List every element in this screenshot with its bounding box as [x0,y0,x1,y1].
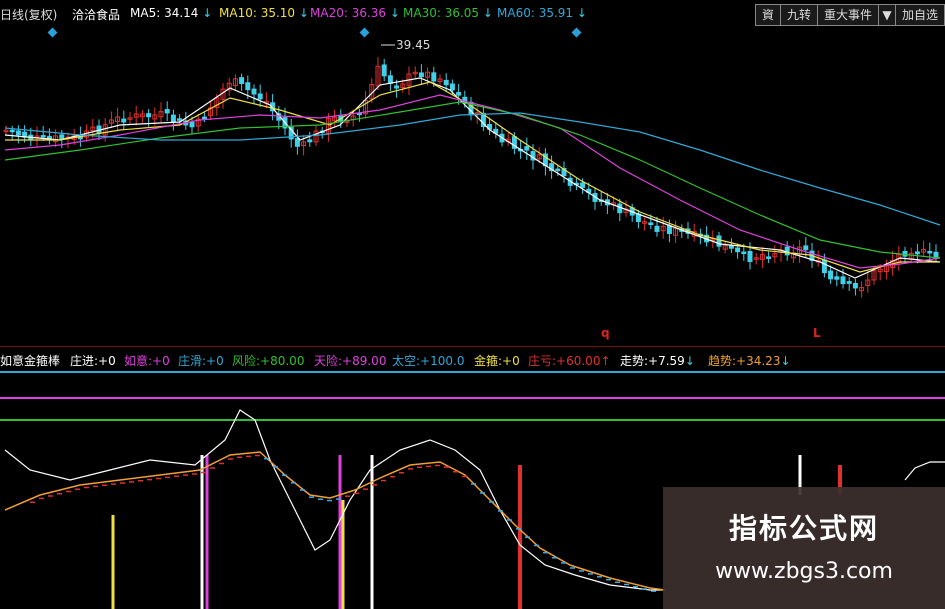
candlestick-chart[interactable]: 39.45 [0,24,945,342]
signal-marker-l: L [813,326,821,340]
candle-body [449,83,455,91]
indicator-item: 庄滑:+0 [178,354,224,368]
candle-body [9,129,15,133]
watermark-url: www.zbgs3.com [715,559,893,584]
candle-body [201,116,207,120]
candle-body [394,85,400,89]
candle-body [927,250,933,254]
candle-body [735,247,741,253]
candle-body [784,246,790,256]
nine-turn-button[interactable]: 九转 [779,4,818,26]
candle-body [914,251,920,255]
candle-body [648,222,654,225]
candle-body [443,79,449,86]
ma10-readout: MA10: 35.10 ↓ [219,6,309,20]
candle-body [555,168,561,172]
candle-body [840,276,846,285]
add-to-watchlist-button[interactable]: 加自选 [894,4,945,26]
momentum-line [4,451,666,591]
candle-body [121,118,127,123]
indicator-item: 走势:+7.59↓ [620,354,695,368]
candle-body [728,245,734,249]
candle-body [239,77,245,84]
ma30-readout: MA30: 36.05 ↓ [403,6,493,20]
candle-body [294,138,300,147]
panel-separator [0,346,945,347]
indicator-item: 趋势:+34.23↓ [708,354,791,368]
candle-body [40,135,46,138]
candle-body [524,146,530,151]
period-label[interactable]: 日线(复权) [0,6,57,23]
ma30-line [4,101,941,259]
candle-body [766,256,772,259]
trend-line-tail [904,461,945,481]
indicator-item: 太空:+100.0 [392,354,465,368]
candle-body [387,75,393,84]
candle-body [666,225,672,235]
indicator-item: 风险:+80.00 [232,354,305,368]
toolbar-buttons: 資 九转 重大事件 ▼ 加自选 [754,4,945,26]
candle-body [654,225,660,232]
ma5-readout: MA5: 34.14 ↓ [130,6,213,20]
candle-body [418,72,424,78]
candle-body [580,182,586,188]
candle-body [846,281,852,284]
candle-body [189,121,195,128]
candle-body [170,114,176,123]
high-price-label: 39.45 [396,38,430,52]
indicator-item: 如意:+0 [124,354,170,368]
candle-body [381,64,387,77]
ma60-readout: MA60: 35.91 ↓ [497,6,587,20]
candle-body [257,93,263,100]
candle-body [164,109,170,114]
watermark-panel: 指标公式网 www.zbgs3.com [663,487,945,609]
candle-body [307,139,313,143]
candle-body [431,72,437,82]
candle-body [245,82,251,91]
candle-body [834,276,840,280]
candle-body [716,235,722,247]
candle-body [251,88,257,95]
major-events-button[interactable]: 重大事件 [816,4,879,26]
ma20-readout: MA20: 36.36 ↓ [310,6,400,20]
candle-body [146,113,152,118]
indicator-item: 天险:+89.00 [314,354,387,368]
indicator-item: 金箍:+0 [474,354,520,368]
signal-marker-q: q [601,326,610,340]
indicator-header: 如意金箍棒 庄进:+0 如意:+0 庄滑:+0 风险:+80.00 天险:+89… [0,352,945,370]
capital-button[interactable]: 資 [754,4,781,26]
watermark-title: 指标公式网 [728,512,879,545]
stock-name: 洽洽食品 [72,8,121,22]
candle-body [828,270,834,280]
indicator-item: 庄亏:+60.00↑ [528,354,611,368]
candle-body [741,251,747,255]
candle-body [747,250,753,262]
candle-body [821,259,827,274]
candle-body [15,130,21,136]
dropdown-arrow-button[interactable]: ▼ [877,4,896,26]
candle-body [803,245,809,251]
candle-body [177,118,183,121]
indicator-item: 庄进:+0 [70,354,116,368]
candle-body [852,282,858,289]
indicator-name[interactable]: 如意金箍棒 [0,352,60,369]
stock-chart-window: 日线(复权) 洽洽食品 MA5: 34.14 ↓ MA10: 35.10 ↓ M… [0,0,945,609]
candle-body [456,92,462,96]
